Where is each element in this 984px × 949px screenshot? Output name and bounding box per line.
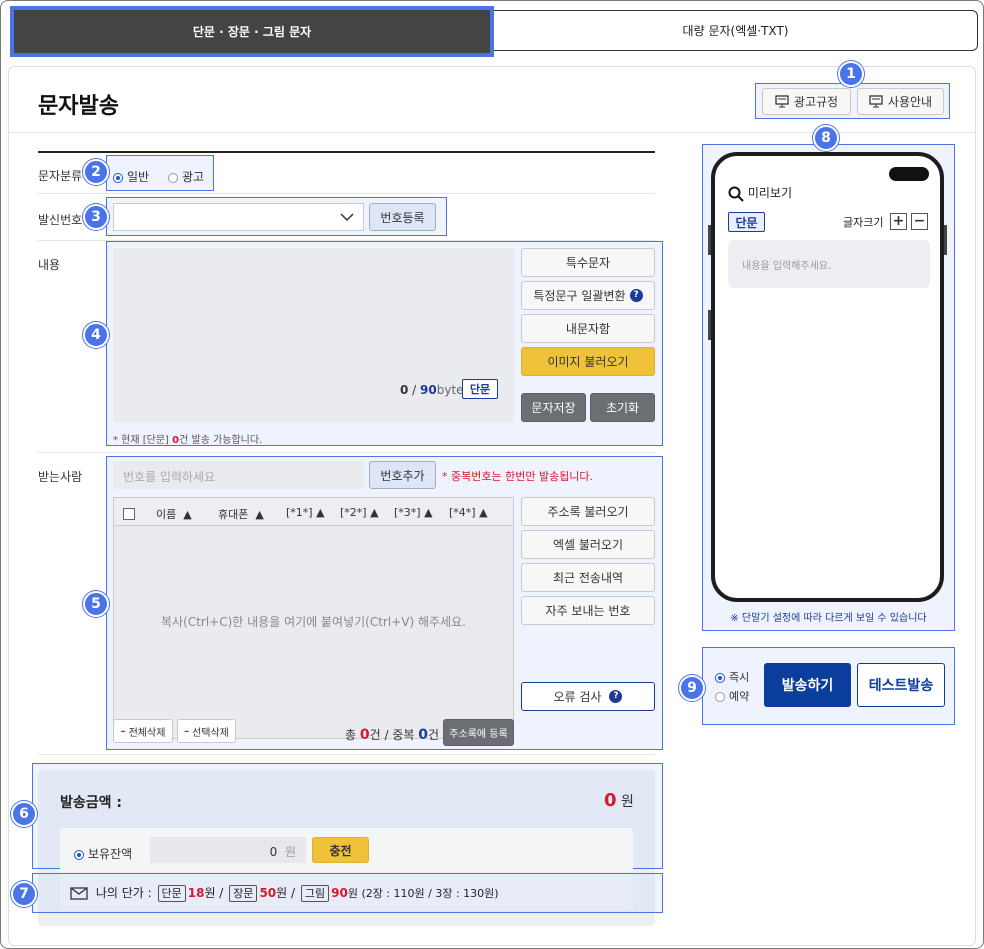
tab-bulk[interactable]: 대량 문자(엑셀·TXT): [494, 10, 978, 51]
preview-type-tag: 단문: [728, 212, 765, 232]
tab-single-long-image[interactable]: 단문 · 장문 · 그림 문자: [10, 6, 494, 57]
duplicate-notice: * 중복번호는 한번만 발송됩니다.: [442, 470, 594, 483]
font-decrease-button[interactable]: −: [911, 213, 928, 230]
badge-8: 8: [813, 125, 839, 151]
excel-import-button[interactable]: 엑셀 불러오기: [521, 530, 655, 559]
paste-hint[interactable]: 복사(Ctrl+C)한 내용을 여기에 붙여넣기(Ctrl+V) 해주세요.: [114, 613, 513, 630]
search-icon: [728, 186, 744, 202]
reset-button[interactable]: 초기화: [590, 393, 655, 422]
delete-all-button[interactable]: – 전체삭제: [113, 719, 173, 743]
error-check-button[interactable]: 오류 검사 ?: [521, 682, 655, 711]
error-check-label: 오류 검사: [553, 690, 602, 704]
camera-notch: [889, 167, 929, 181]
chevron-down-icon: [340, 213, 354, 222]
recipients-label: 받는사람: [38, 470, 83, 484]
form-top-rule: [38, 151, 655, 153]
preview-bubble: 내용을 입력해주세요.: [728, 240, 930, 288]
page-title: 문자발송: [38, 94, 119, 119]
add-to-address-book-button[interactable]: 주소록에 등록: [443, 719, 514, 746]
send-button[interactable]: 발송하기: [764, 663, 851, 707]
recipient-counts: 총 0건 / 중복 0건: [345, 727, 440, 743]
recent-history-button[interactable]: 최근 전송내역: [521, 563, 655, 592]
radio-reserve[interactable]: 예약: [715, 688, 749, 704]
column-var1[interactable]: [*1*] ▲: [286, 506, 325, 519]
column-var4[interactable]: [*4*] ▲: [449, 506, 488, 519]
column-var2[interactable]: [*2*] ▲: [340, 506, 379, 519]
row-divider: [38, 452, 655, 453]
phone-side-button: [708, 310, 711, 340]
balance-radio[interactable]: 보유잔액: [74, 845, 132, 862]
address-book-button[interactable]: 주소록 불러오기: [521, 497, 655, 526]
minus-icon: –: [120, 725, 126, 737]
phone-side-button: [944, 225, 947, 255]
bulk-convert-label: 특정문구 일괄변환: [533, 289, 626, 303]
preview-title: 미리보기: [728, 184, 792, 202]
category-label: 문자분류: [38, 169, 83, 183]
content-note: * 현재 [단문] 0건 발송 가능합니다.: [113, 435, 263, 446]
balance-field: 0 원: [150, 837, 306, 863]
badge-5: 5: [83, 591, 109, 617]
guide-button[interactable]: 사용안내: [857, 88, 944, 115]
font-increase-button[interactable]: +: [890, 213, 907, 230]
board-icon: [869, 95, 883, 108]
row-divider: [38, 754, 655, 755]
help-icon[interactable]: ?: [629, 289, 643, 302]
bulk-convert-button[interactable]: 특정문구 일괄변환 ?: [521, 281, 655, 310]
board-icon: [775, 95, 789, 108]
add-number-button[interactable]: 번호추가: [369, 461, 436, 489]
radio-now[interactable]: 즉시: [715, 669, 749, 685]
radio-general[interactable]: 일반: [113, 168, 149, 185]
select-all-checkbox[interactable]: [123, 508, 135, 520]
column-phone[interactable]: 휴대폰 ▲: [218, 506, 264, 522]
sender-label: 발신번호: [38, 213, 83, 227]
save-message-button[interactable]: 문자저장: [521, 393, 586, 422]
phone-side-button: [708, 225, 711, 255]
my-messages-button[interactable]: 내문자함: [521, 314, 655, 343]
preview-footnote: ※ 단말기 설정에 따라 다르게 보일 수 있습니다: [730, 613, 927, 624]
badge-6: 6: [11, 801, 37, 827]
column-var3[interactable]: [*3*] ▲: [394, 506, 433, 519]
delete-selected-button[interactable]: – 선택삭제: [177, 719, 236, 743]
recipient-table: 이름 ▲ 휴대폰 ▲ [*1*] ▲ [*2*] ▲ [*3*] ▲ [*4*]…: [113, 497, 514, 739]
charge-button[interactable]: 충전: [312, 837, 369, 863]
payment-label: 발송금액 :: [60, 795, 122, 811]
content-label: 내용: [38, 258, 61, 272]
badge-7: 7: [11, 881, 37, 907]
help-icon: ?: [609, 690, 623, 703]
sender-select[interactable]: [113, 203, 364, 231]
badge-3: 3: [83, 204, 109, 230]
ad-rules-button[interactable]: 광고규정: [762, 88, 851, 115]
load-image-button[interactable]: 이미지 불러오기: [521, 347, 655, 376]
radio-ad[interactable]: 광고: [168, 168, 204, 185]
register-number-button[interactable]: 번호등록: [369, 203, 436, 231]
special-chars-button[interactable]: 특수문자: [521, 248, 655, 277]
guide-label: 사용안내: [887, 95, 933, 109]
unit-price-text: 나의 단가 : 단문 18원 / 장문 50원 / 그림 90원 (2장 : 110원…: [70, 884, 499, 902]
ad-rules-label: 광고규정: [793, 95, 839, 109]
badge-2: 2: [83, 159, 109, 185]
badge-1: 1: [838, 61, 864, 87]
badge-9: 9: [679, 675, 705, 701]
byte-counter: 0 / 90byte: [400, 383, 464, 397]
message-type-tag: 단문: [462, 379, 498, 399]
badge-4: 4: [83, 322, 109, 348]
recipient-number-input[interactable]: 번호를 입력하세요: [113, 461, 364, 489]
column-name[interactable]: 이름 ▲: [156, 506, 192, 522]
minus-icon: –: [184, 725, 190, 737]
payment-amount: 0 원: [604, 790, 634, 811]
frequent-numbers-button[interactable]: 자주 보내는 번호: [521, 596, 655, 625]
envelope-icon: [70, 887, 88, 900]
font-size-label: 글자크기: [843, 216, 884, 229]
test-send-button[interactable]: 테스트발송: [857, 663, 945, 707]
row-divider: [38, 193, 655, 194]
